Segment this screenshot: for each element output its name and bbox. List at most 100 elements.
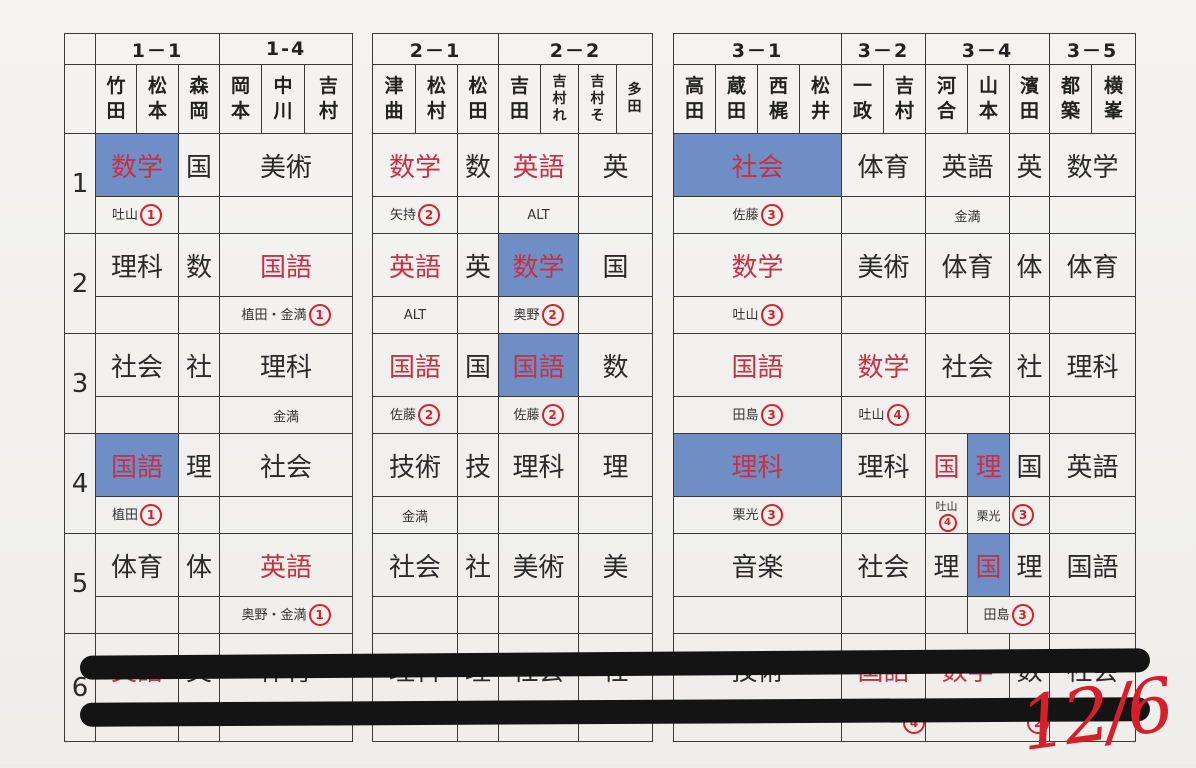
subject-cell: 数学 — [672, 233, 843, 297]
teacher-note: 奥野 2 — [498, 296, 579, 334]
period-number: 3 — [64, 333, 96, 434]
student-name: 吉村 — [883, 64, 927, 134]
subject-cell: 英語 — [925, 133, 1011, 197]
subject-cell: 理科 — [1049, 333, 1137, 397]
group-header: 1－1 — [95, 33, 220, 65]
student-name: 松本 — [136, 64, 179, 134]
student-name: 都築 — [1049, 64, 1093, 134]
group-header: 2－1 — [372, 33, 499, 65]
room-number-circle: 2 — [541, 304, 564, 327]
subject-cell: 体 — [178, 533, 220, 597]
subject-cell: 美術 — [498, 533, 579, 597]
subject-cell: 社会 — [372, 533, 458, 597]
group-header: 1-4 — [218, 33, 354, 65]
subject-cell: 理 — [577, 433, 654, 497]
student-name: 中川 — [261, 64, 305, 134]
room-number-circle: 1 — [140, 504, 162, 527]
timetable-grade1: 1－1 1-4 竹田 松本 森岡 岡本 中川 吉村 1 数学 国 美術 吐山 1 2… — [64, 33, 354, 742]
subject-cell: 社 — [457, 533, 499, 597]
subject-cell: 社会 — [841, 533, 927, 597]
student-name: 吉村 — [303, 64, 354, 134]
subject-cell: 体 — [1009, 233, 1051, 297]
teacher-note: 栗光 3 — [672, 496, 843, 534]
subject-cell: 理科 — [498, 433, 579, 497]
subject-cell: 体育 — [841, 133, 927, 197]
subject-cell: 数学 — [1049, 133, 1137, 197]
subject-cell: 美 — [577, 533, 654, 597]
teacher-note: 佐藤 2 — [498, 396, 579, 434]
group-header: 3－4 — [925, 33, 1051, 65]
period-number: 1 — [64, 133, 96, 234]
room-number-circle: 3 — [1012, 504, 1035, 526]
student-name: 高田 — [673, 64, 716, 134]
timetable-sheet: 1－1 1-4 竹田 松本 森岡 岡本 中川 吉村 1 数学 国 美術 吐山 1 2… — [0, 0, 1196, 768]
timetable-grade3: 3－1 3－2 3－4 3－5 高田 蔵田 西梶 松井 一政 吉村 河合 山本 濱田 … — [672, 33, 1137, 742]
student-name: 松井 — [798, 64, 843, 134]
student-name: 岡本 — [219, 64, 262, 134]
subject-cell: 数学 — [841, 333, 927, 397]
subject-cell: 技術 — [372, 433, 458, 497]
group-header: 3－2 — [841, 33, 927, 65]
teacher-note: 植田・金満 1 — [218, 296, 354, 334]
room-number-circle: 2 — [418, 404, 440, 427]
student-name: 西梶 — [757, 64, 800, 134]
subject-cell: 英語 — [1049, 433, 1137, 497]
teacher-note: 矢持 2 — [372, 196, 458, 234]
student-name: 濱田 — [1009, 64, 1051, 134]
teacher-note: 金満 — [218, 396, 354, 434]
teacher-note: 佐藤 2 — [372, 396, 458, 434]
teacher-note: ALT — [498, 196, 579, 234]
subject-cell: 国 — [577, 233, 654, 297]
subject-cell: 数 — [577, 333, 654, 397]
group-header: 3－1 — [672, 33, 843, 65]
subject-cell: 技 — [457, 433, 499, 497]
subject-cell: 理 — [967, 433, 1011, 497]
teacher-note: 栗光 — [967, 496, 1011, 534]
subject-cell: 英語 — [218, 533, 354, 597]
subject-cell: 国語 — [1049, 533, 1137, 597]
room-number-circle: 2 — [418, 204, 440, 227]
subject-cell: 英語 — [372, 233, 458, 297]
subject-cell: 社 — [178, 333, 220, 397]
group-header: 3－5 — [1049, 33, 1137, 65]
subject-cell: 国語 — [498, 333, 579, 397]
subject-cell: 国 — [178, 133, 220, 197]
student-name: 河合 — [925, 64, 969, 134]
student-name: 吉田 — [498, 64, 541, 134]
subject-cell: 国語 — [95, 433, 179, 497]
student-name: 蔵田 — [715, 64, 758, 134]
group-header: 2－2 — [497, 33, 654, 65]
student-name: 吉村そ — [578, 64, 617, 134]
subject-cell: 理科 — [218, 333, 354, 397]
subject-cell: 国語 — [372, 333, 458, 397]
student-name: 松田 — [457, 64, 499, 134]
subject-cell: 国 — [967, 533, 1011, 597]
subject-cell: 国 — [925, 433, 969, 497]
room-number-circle: 2 — [541, 404, 564, 427]
teacher-note: 奥野・金満 1 — [218, 596, 354, 634]
period-number: 5 — [64, 533, 96, 634]
teacher-note: 佐藤 3 — [672, 196, 843, 234]
subject-cell: 理科 — [841, 433, 927, 497]
room-number-circle: 4 — [886, 404, 909, 427]
student-name: 一政 — [841, 64, 885, 134]
teacher-note: 吐山 4 — [841, 396, 927, 434]
subject-cell: 国 — [1009, 433, 1051, 497]
subject-cell: 数 — [457, 133, 499, 197]
subject-cell: 理 — [1009, 533, 1051, 597]
teacher-note: 吐山 4 — [925, 496, 969, 534]
subject-cell: 理 — [925, 533, 969, 597]
student-name: 竹田 — [95, 64, 137, 134]
teacher-note: ALT — [372, 296, 458, 334]
teacher-note: 金満 — [372, 496, 458, 534]
subject-cell: 理科 — [672, 433, 843, 497]
teacher-note: 田島 3 — [967, 596, 1051, 634]
room-number-circle: 3 — [760, 304, 783, 327]
room-number-circle: 3 — [760, 504, 783, 527]
subject-cell: 数 — [178, 233, 220, 297]
subject-cell: 国語 — [218, 233, 354, 297]
teacher-note: 植田 1 — [95, 496, 179, 534]
subject-cell: 数学 — [372, 133, 458, 197]
student-name: 多田 — [615, 64, 654, 134]
subject-cell: 数学 — [498, 233, 579, 297]
